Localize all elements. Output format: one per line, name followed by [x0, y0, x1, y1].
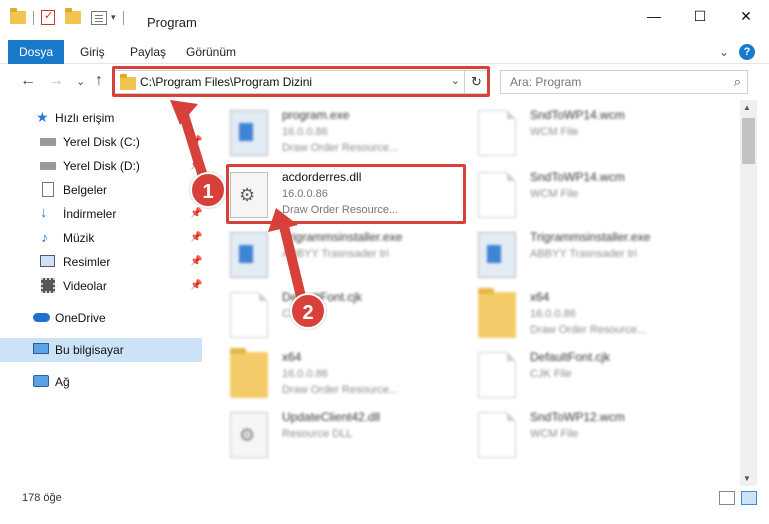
callout-2: 2 [290, 293, 326, 329]
arrow-2 [278, 217, 308, 310]
annotation-overlay [170, 100, 308, 310]
arrow-2-head [268, 208, 298, 232]
callout-1: 1 [190, 172, 226, 208]
